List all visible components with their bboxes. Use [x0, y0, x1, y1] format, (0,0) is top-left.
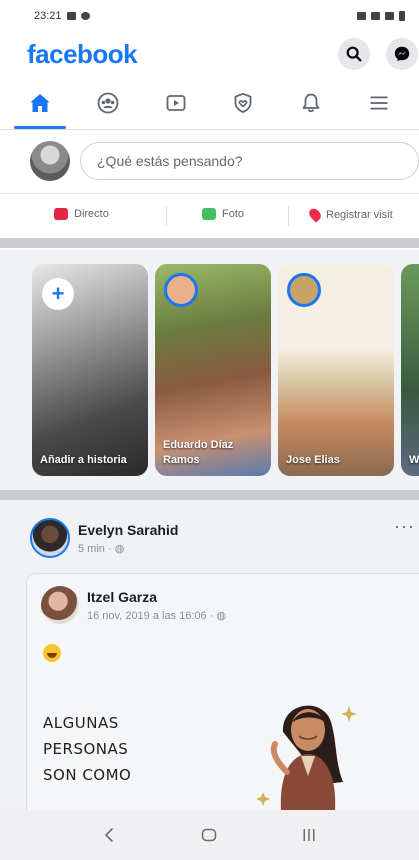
- story-card[interactable]: Jose Elias: [278, 264, 394, 476]
- live-button[interactable]: Directo: [54, 208, 109, 220]
- location-pin-icon: [306, 206, 324, 223]
- tab-home[interactable]: [10, 79, 70, 129]
- more-options-icon[interactable]: ···: [394, 516, 415, 537]
- search-icon: [346, 46, 362, 62]
- story-label: W: [409, 454, 419, 466]
- story-label: Añadir a historia: [40, 454, 127, 466]
- story-card-create[interactable]: + Añadir a historia: [32, 264, 148, 476]
- meme-line: SON COMO: [43, 766, 132, 784]
- divider: [288, 206, 289, 226]
- battery-icon: [399, 11, 405, 21]
- photo-button-label: Foto: [222, 208, 245, 220]
- system-navigation-bar: [0, 810, 419, 860]
- avatar[interactable]: [30, 518, 70, 558]
- mute-icon: [357, 12, 366, 20]
- facebook-logo[interactable]: facebook: [27, 39, 138, 70]
- status-bar: 23:21: [0, 0, 419, 32]
- post-author-name[interactable]: Evelyn Sarahid: [78, 522, 178, 538]
- recent-apps-icon[interactable]: [298, 824, 320, 846]
- messenger-icon: [394, 46, 410, 62]
- section-separator: [0, 238, 419, 248]
- home-circle-icon[interactable]: [198, 824, 220, 846]
- shared-post-meta: 16 nov, 2019 a las 16:06 · ◍: [87, 609, 226, 622]
- composer-actions: Directo Foto Registrar visit: [0, 193, 419, 237]
- main-nav-tabs: [0, 78, 419, 129]
- section-separator: [0, 490, 419, 500]
- check-in-button-label: Registrar visit: [326, 208, 393, 221]
- post-composer: ¿Qué estás pensando?: [0, 131, 419, 191]
- story-card[interactable]: W: [401, 264, 419, 476]
- video-icon: [166, 95, 185, 111]
- hamburger-menu-icon: [370, 96, 388, 110]
- divider: [0, 129, 419, 130]
- globe-icon: ◍: [114, 542, 125, 555]
- stories-tray: + Añadir a historia Eduardo Díaz Ramos J…: [0, 250, 419, 490]
- avatar[interactable]: [30, 141, 70, 181]
- laughing-emoji-icon: [43, 644, 61, 662]
- tab-groups[interactable]: [78, 79, 138, 127]
- back-icon[interactable]: [99, 824, 121, 846]
- notification-icon: [66, 12, 76, 20]
- shield-heart-icon: [234, 92, 252, 113]
- shared-post-header: Itzel Garza 16 nov, 2019 a las 16:06 · ◍: [41, 586, 226, 624]
- photo-button[interactable]: Foto: [202, 208, 244, 220]
- search-button[interactable]: [338, 38, 370, 70]
- divider: [166, 206, 167, 226]
- notification-icon: [80, 12, 90, 20]
- story-avatar: [287, 273, 321, 307]
- story-card[interactable]: Eduardo Díaz Ramos: [155, 264, 271, 476]
- meme-caption: ALGUNAS PERSONAS SON COMO: [43, 710, 131, 788]
- add-story-icon[interactable]: +: [42, 278, 74, 310]
- avatar[interactable]: [41, 586, 79, 624]
- shared-post[interactable]: Itzel Garza 16 nov, 2019 a las 16:06 · ◍…: [26, 573, 419, 810]
- whats-on-your-mind-input[interactable]: ¿Qué estás pensando?: [80, 142, 419, 180]
- tab-dating[interactable]: [213, 79, 273, 127]
- check-in-button[interactable]: Registrar visit: [306, 206, 393, 223]
- shared-author-name[interactable]: Itzel Garza: [87, 589, 226, 605]
- bell-icon: [302, 93, 320, 113]
- post-header: Evelyn Sarahid 5 min · ◍: [30, 518, 178, 558]
- post-meta: 5 min · ◍: [78, 542, 178, 555]
- story-label: Eduardo Díaz Ramos: [163, 439, 234, 466]
- post-time[interactable]: 5 min ·: [78, 543, 115, 555]
- photo-icon: [202, 208, 216, 220]
- wifi-icon: [371, 12, 380, 20]
- tab-menu[interactable]: [349, 79, 409, 127]
- home-icon: [30, 94, 50, 112]
- tab-watch[interactable]: [146, 79, 206, 127]
- messenger-button[interactable]: [386, 38, 418, 70]
- shared-post-time[interactable]: 16 nov, 2019 a las 16:06 ·: [87, 610, 216, 622]
- status-time: 23:21: [34, 10, 62, 22]
- story-avatar: [164, 273, 198, 307]
- app-header: facebook: [0, 32, 419, 76]
- meme-illustration: [256, 705, 357, 810]
- tab-notifications[interactable]: [281, 79, 341, 127]
- meme-line: PERSONAS: [43, 740, 129, 758]
- feed-post: Evelyn Sarahid 5 min · ◍ ··· Itzel Garza…: [0, 500, 419, 810]
- signal-icon: [385, 12, 394, 20]
- live-button-label: Directo: [74, 208, 109, 220]
- story-label: Jose Elias: [286, 454, 340, 466]
- live-video-icon: [54, 208, 68, 220]
- groups-icon: [97, 92, 119, 114]
- meme-line: ALGUNAS: [43, 714, 119, 732]
- globe-icon: ◍: [216, 609, 227, 622]
